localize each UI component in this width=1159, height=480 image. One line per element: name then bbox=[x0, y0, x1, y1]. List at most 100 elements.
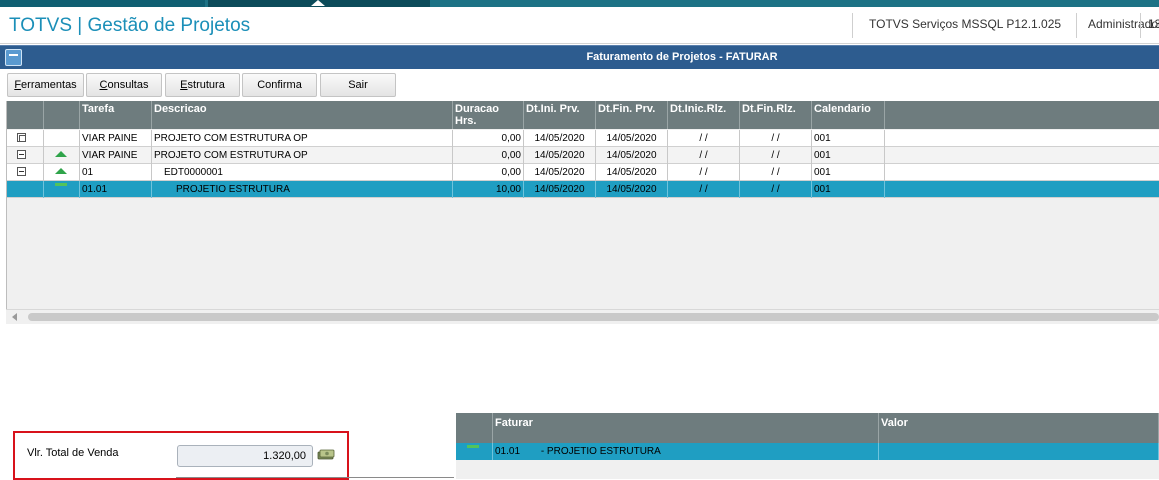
col-icon bbox=[456, 413, 493, 443]
tab-strip-left[interactable] bbox=[0, 0, 205, 7]
ferramentas-button[interactable]: Ferramentas bbox=[7, 73, 84, 97]
col-descricao[interactable]: Descricao bbox=[152, 101, 453, 129]
header-extra: 13 bbox=[1148, 17, 1159, 31]
col-dt-fin-rlz[interactable]: Dt.Fin.Rlz. bbox=[740, 101, 812, 129]
col-tarefa[interactable]: Tarefa bbox=[80, 101, 152, 129]
cell-fin-rlz: / / bbox=[740, 181, 812, 198]
tasks-grid-header: Tarefa Descricao Duracao Hrs. Dt.Ini. Pr… bbox=[7, 101, 1159, 129]
cell-ini-rlz: / / bbox=[668, 147, 740, 164]
scroll-left-icon[interactable] bbox=[12, 313, 17, 321]
cell-duracao: 0,00 bbox=[453, 130, 524, 147]
cell-calendario: 001 bbox=[812, 130, 885, 147]
table-row[interactable]: VIAR PAINE PROJETO COM ESTRUTURA OP 0,00… bbox=[7, 147, 1159, 164]
row-status bbox=[44, 147, 80, 164]
tasks-grid: Tarefa Descricao Duracao Hrs. Dt.Ini. Pr… bbox=[6, 101, 1159, 323]
cell-duracao: 0,00 bbox=[453, 164, 524, 181]
cell-ini-prv: 14/05/2020 bbox=[524, 181, 596, 198]
cell-ini-rlz: / / bbox=[668, 181, 740, 198]
cell-fin-prv: 14/05/2020 bbox=[596, 181, 668, 198]
faturar-grid: Faturar Valor 01.01 - PROJETIO ESTRUTURA bbox=[456, 413, 1159, 479]
col-calendario[interactable]: Calendario bbox=[812, 101, 885, 129]
collapse-icon[interactable] bbox=[17, 150, 26, 159]
cell-descricao: PROJETO COM ESTRUTURA OP bbox=[152, 147, 453, 164]
cell-valor bbox=[879, 443, 1159, 460]
cell-faturar: 01.01 - PROJETIO ESTRUTURA bbox=[493, 443, 879, 460]
row-expander bbox=[7, 181, 44, 198]
cell-duracao: 0,00 bbox=[453, 147, 524, 164]
table-row-selected[interactable]: 01.01 PROJETIO ESTRUTURA 10,00 14/05/202… bbox=[7, 181, 1159, 198]
cell-calendario: 001 bbox=[812, 164, 885, 181]
table-row-selected[interactable]: 01.01 - PROJETIO ESTRUTURA bbox=[456, 443, 1159, 460]
server-info: TOTVS Serviços MSSQL P12.1.025 bbox=[869, 17, 1062, 31]
cell-fin-prv: 14/05/2020 bbox=[596, 147, 668, 164]
col-icon-1 bbox=[7, 101, 44, 129]
row-status bbox=[456, 443, 493, 460]
app-header: TOTVS | Gestão de Projetos TOTVS Serviço… bbox=[0, 7, 1159, 44]
col-dt-inic-rlz[interactable]: Dt.Inic.Rlz. bbox=[668, 101, 740, 129]
estrutura-hotkey: E bbox=[180, 79, 188, 91]
table-row[interactable]: 01 EDT0000001 0,00 14/05/2020 14/05/2020… bbox=[7, 164, 1159, 181]
collapse-icon[interactable] bbox=[17, 167, 26, 176]
toolbar: Ferramentas Consultas Estrutura Confirma… bbox=[0, 69, 1159, 101]
consultas-label: onsultas bbox=[107, 79, 149, 91]
cell-ini-prv: 14/05/2020 bbox=[524, 147, 596, 164]
cell-tarefa: VIAR PAINE bbox=[80, 130, 152, 147]
cell-tarefa: 01 bbox=[80, 164, 152, 181]
status-dash-icon bbox=[55, 183, 67, 186]
cell-fin-prv: 14/05/2020 bbox=[596, 130, 668, 147]
cell-ini-prv: 14/05/2020 bbox=[524, 164, 596, 181]
row-status bbox=[44, 164, 80, 181]
status-triangle-icon bbox=[55, 151, 67, 157]
top-strip bbox=[0, 0, 1159, 7]
status-triangle-icon bbox=[55, 168, 67, 174]
faturar-grid-header: Faturar Valor bbox=[456, 413, 1159, 443]
consultas-button[interactable]: Consultas bbox=[86, 73, 162, 97]
header-divider bbox=[852, 13, 853, 38]
header-divider bbox=[1140, 13, 1141, 38]
col-icon-2 bbox=[44, 101, 80, 129]
faturar-desc: - PROJETIO ESTRUTURA bbox=[540, 446, 661, 457]
cell-ini-prv: 14/05/2020 bbox=[524, 130, 596, 147]
window-titlebar: Faturamento de Projetos - FATURAR bbox=[0, 45, 1159, 69]
cell-calendario: 001 bbox=[812, 181, 885, 198]
cell-tarefa: VIAR PAINE bbox=[80, 147, 152, 164]
col-valor[interactable]: Valor bbox=[879, 413, 1159, 443]
sair-button[interactable]: Sair bbox=[320, 73, 396, 97]
row-status bbox=[44, 130, 80, 147]
total-sale-label: Vlr. Total de Venda bbox=[27, 447, 119, 459]
confirma-button[interactable]: Confirma bbox=[242, 73, 317, 97]
tree-box-icon[interactable] bbox=[17, 133, 26, 142]
active-tab-notch bbox=[311, 0, 325, 6]
col-faturar[interactable]: Faturar bbox=[493, 413, 879, 443]
window-title: Faturamento de Projetos - FATURAR bbox=[586, 51, 778, 63]
app-title: TOTVS | Gestão de Projetos bbox=[9, 15, 251, 36]
col-duracao[interactable]: Duracao Hrs. bbox=[453, 101, 524, 129]
horizontal-scrollbar[interactable] bbox=[6, 309, 1159, 324]
col-dt-fin-prv[interactable]: Dt.Fin. Prv. bbox=[596, 101, 668, 129]
row-status bbox=[44, 181, 80, 198]
row-expander[interactable] bbox=[7, 164, 44, 181]
col-dt-ini-prv[interactable]: Dt.Ini. Prv. bbox=[524, 101, 596, 129]
header-divider bbox=[1076, 13, 1077, 38]
cell-ini-rlz: / / bbox=[668, 130, 740, 147]
cell-tarefa: 01.01 bbox=[80, 181, 152, 198]
total-sale-panel: Vlr. Total de Venda 1.320,00 bbox=[13, 431, 349, 480]
cell-descricao: PROJETO COM ESTRUTURA OP bbox=[152, 130, 453, 147]
scrollbar-thumb[interactable] bbox=[28, 313, 1159, 321]
money-icon[interactable] bbox=[317, 449, 335, 460]
table-row[interactable]: VIAR PAINE PROJETO COM ESTRUTURA OP 0,00… bbox=[7, 130, 1159, 147]
cell-calendario: 001 bbox=[812, 147, 885, 164]
cell-duracao: 10,00 bbox=[453, 181, 524, 198]
cell-ini-rlz: / / bbox=[668, 164, 740, 181]
estrutura-button[interactable]: Estrutura bbox=[165, 73, 240, 97]
estrutura-label: strutura bbox=[187, 79, 225, 91]
cell-fin-rlz: / / bbox=[740, 130, 812, 147]
cell-descricao: PROJETIO ESTRUTURA bbox=[152, 181, 453, 198]
row-expander[interactable] bbox=[7, 130, 44, 147]
cell-fin-rlz: / / bbox=[740, 147, 812, 164]
total-sale-field[interactable]: 1.320,00 bbox=[177, 445, 313, 467]
row-expander[interactable] bbox=[7, 147, 44, 164]
ferramentas-label: erramentas bbox=[21, 79, 77, 91]
cell-fin-rlz: / / bbox=[740, 164, 812, 181]
status-dash-icon bbox=[467, 445, 479, 448]
